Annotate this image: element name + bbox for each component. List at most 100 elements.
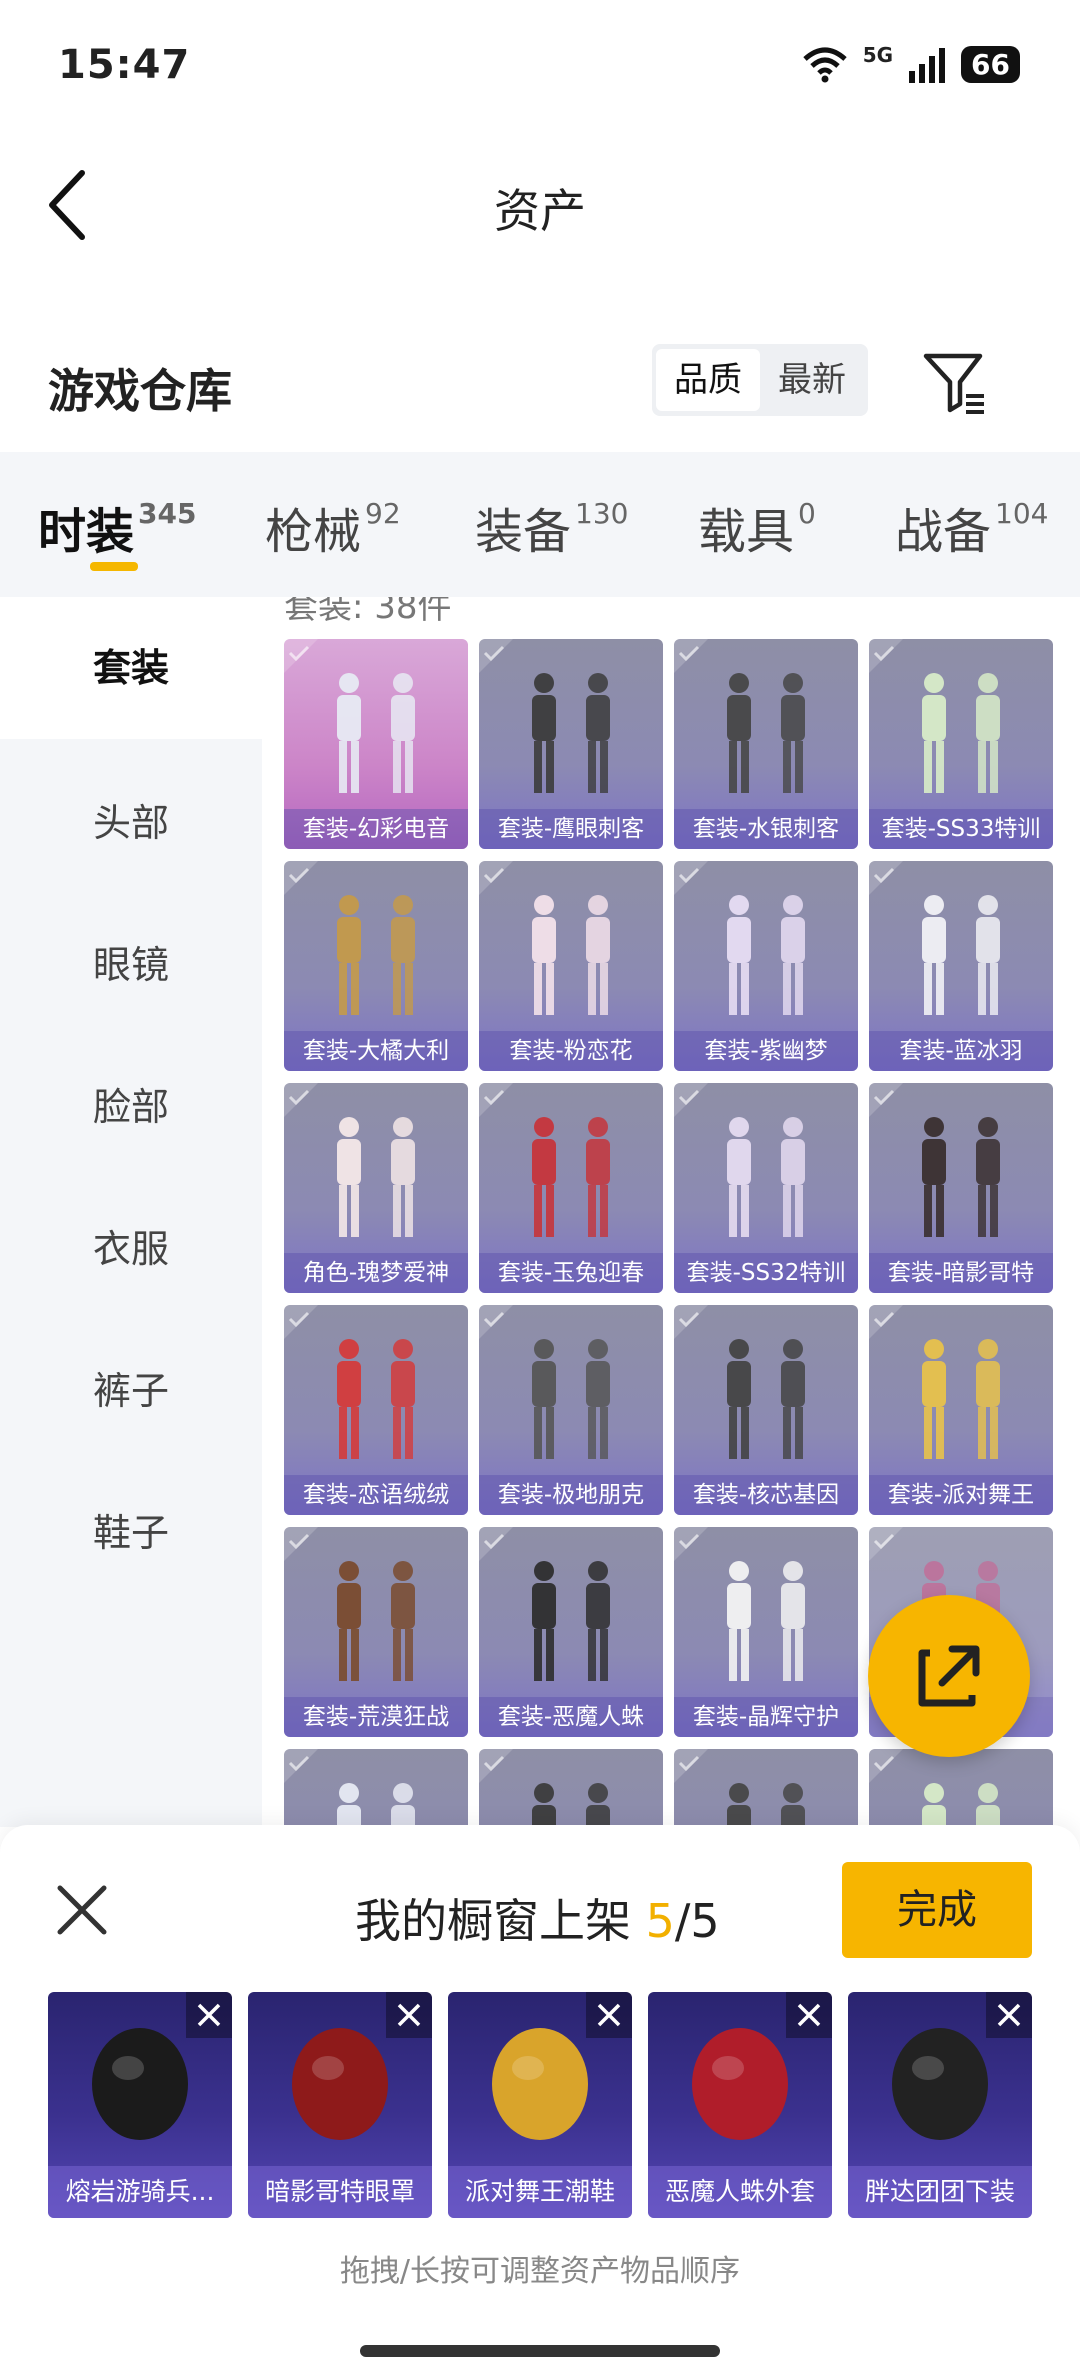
showcase-item-label: 熔岩游骑兵... <box>48 2166 232 2218</box>
outfit-card-label: 套装-蓝冰羽 <box>869 1031 1053 1071</box>
tab-equipment[interactable]: 装备 130 <box>475 492 628 562</box>
outfit-figure-icon <box>337 1339 415 1459</box>
remove-item-icon[interactable] <box>786 1992 832 2038</box>
category-tabs: 时装 345 枪械 92 装备 130 载具 0 战备 104 <box>0 452 1080 597</box>
remove-item-icon[interactable] <box>986 1992 1032 2038</box>
showcase-item-label: 派对舞王潮鞋 <box>448 2166 632 2218</box>
outfit-figure-icon <box>337 1117 415 1237</box>
outfit-card[interactable]: 套装-幻彩电音 <box>284 639 468 849</box>
outfit-card[interactable]: 套装-晶辉守护 <box>674 1527 858 1737</box>
status-icons: 5G 66 <box>801 43 1020 83</box>
remove-item-icon[interactable] <box>186 1992 232 2038</box>
outfit-card[interactable]: 套装-核芯基因 <box>674 1305 858 1515</box>
tab-supplies[interactable]: 战备 104 <box>895 492 1048 562</box>
outfit-figure-icon <box>727 1339 805 1459</box>
outfit-card[interactable]: 套装-荒漠狂战 <box>284 1527 468 1737</box>
outfit-card[interactable]: 套装-大橘大利 <box>284 861 468 1071</box>
outfit-card-label: 套装-核芯基因 <box>674 1475 858 1515</box>
active-tab-indicator <box>90 562 138 571</box>
outfit-card-label: 套装-SS33特训 <box>869 809 1053 849</box>
outfit-figure-icon <box>727 673 805 793</box>
tab-vehicles[interactable]: 载具 0 <box>698 492 816 562</box>
home-indicator[interactable] <box>360 2345 720 2357</box>
remove-item-icon[interactable] <box>586 1992 632 2038</box>
done-button[interactable]: 完成 <box>842 1862 1032 1958</box>
tab-weapons[interactable]: 枪械 92 <box>265 492 401 562</box>
tab-fashion[interactable]: 时装 345 <box>38 492 196 562</box>
wifi-icon <box>803 47 847 82</box>
showcase-item[interactable]: 熔岩游骑兵... <box>48 1992 232 2218</box>
sidebar-item-face[interactable]: 脸部 <box>0 1076 262 1131</box>
outfit-card[interactable]: 套装-紫幽梦 <box>674 861 858 1071</box>
outfit-card-label: 套装-派对舞王 <box>869 1475 1053 1515</box>
outfit-card[interactable]: 套装-鹰眼刺客 <box>479 639 663 849</box>
outfit-card[interactable] <box>869 1749 1053 1827</box>
battery-indicator: 66 <box>961 46 1020 83</box>
outfit-card[interactable]: 套装-水银刺客 <box>674 639 858 849</box>
outfit-card-label: 套装-恶魔人蛛 <box>479 1697 663 1737</box>
outfit-figure-icon <box>532 1783 610 1827</box>
outfit-card[interactable] <box>479 1749 663 1827</box>
filter-icon[interactable] <box>922 350 988 416</box>
outfit-figure-icon <box>337 895 415 1015</box>
outfit-card[interactable]: 套装-SS32特训 <box>674 1083 858 1293</box>
outfit-figure-icon <box>922 1117 1000 1237</box>
showcase-item[interactable]: 派对舞王潮鞋 <box>448 1992 632 2218</box>
outfit-card[interactable]: 套装-暗影哥特 <box>869 1083 1053 1293</box>
sidebar-item-pants[interactable]: 裤子 <box>0 1360 262 1415</box>
outfit-figure-icon <box>532 673 610 793</box>
outfit-card[interactable]: 角色-瑰梦爱神 <box>284 1083 468 1293</box>
outfit-card[interactable]: 套装-恶魔人蛛 <box>479 1527 663 1737</box>
showcase-item[interactable]: 恶魔人蛛外套 <box>648 1992 832 2218</box>
outfit-figure-icon <box>727 1561 805 1681</box>
share-button[interactable] <box>868 1595 1030 1757</box>
outfit-card[interactable]: 套装-粉恋花 <box>479 861 663 1071</box>
outfit-card[interactable]: 套装-蓝冰羽 <box>869 861 1053 1071</box>
remove-item-icon[interactable] <box>386 1992 432 2038</box>
sidebar-item-head[interactable]: 头部 <box>0 792 262 847</box>
outfit-card[interactable]: 套装-SS33特训 <box>869 639 1053 849</box>
warehouse-title: 游戏仓库 <box>48 364 232 418</box>
outfit-figure-icon <box>532 1117 610 1237</box>
share-icon <box>918 1645 980 1707</box>
outfit-card[interactable] <box>674 1749 858 1827</box>
showcase-item[interactable]: 暗影哥特眼罩 <box>248 1992 432 2218</box>
outfit-figure-icon <box>922 895 1000 1015</box>
outfit-card-label: 套装-大橘大利 <box>284 1031 468 1071</box>
showcase-item-label: 胖达团团下装 <box>848 2166 1032 2218</box>
outfit-card-label: 套装-鹰眼刺客 <box>479 809 663 849</box>
sort-latest-button[interactable]: 最新 <box>760 349 864 411</box>
outfit-card[interactable]: 套装-玉兔迎春 <box>479 1083 663 1293</box>
outfit-figure-icon <box>532 1561 610 1681</box>
status-time: 15:47 <box>58 42 191 88</box>
outfit-card[interactable]: 套装-派对舞王 <box>869 1305 1053 1515</box>
outfit-figure-icon <box>922 673 1000 793</box>
showcase-title: 我的橱窗上架 5/5 <box>355 1894 720 1948</box>
outfit-figure-icon <box>337 673 415 793</box>
outfit-figure-icon <box>727 1783 805 1827</box>
showcase-item[interactable]: 胖达团团下装 <box>848 1992 1032 2218</box>
outfit-figure-icon <box>922 1339 1000 1459</box>
outfit-card-label: 套装-SS32特训 <box>674 1253 858 1293</box>
outfit-card-label: 套装-暗影哥特 <box>869 1253 1053 1293</box>
sidebar-item-shoes[interactable]: 鞋子 <box>0 1502 262 1557</box>
outfit-figure-icon <box>532 895 610 1015</box>
outfit-card[interactable] <box>284 1749 468 1827</box>
outfit-card-label: 套装-水银刺客 <box>674 809 858 849</box>
sidebar-item-clothes[interactable]: 衣服 <box>0 1218 262 1273</box>
outfit-card-label: 套装-玉兔迎春 <box>479 1253 663 1293</box>
outfit-card-label: 套装-荒漠狂战 <box>284 1697 468 1737</box>
sort-quality-button[interactable]: 品质 <box>656 349 760 411</box>
outfit-card-label: 角色-瑰梦爱神 <box>284 1253 468 1293</box>
outfit-count-label: 套装: 38件 <box>284 597 452 627</box>
sidebar-item-glasses[interactable]: 眼镜 <box>0 934 262 989</box>
outfit-figure-icon <box>337 1561 415 1681</box>
outfit-card[interactable]: 套装-恋语绒绒 <box>284 1305 468 1515</box>
reorder-hint: 拖拽/长按可调整资产物品顺序 <box>339 2254 741 2289</box>
outfit-card[interactable]: 套装-极地朋克 <box>479 1305 663 1515</box>
close-icon[interactable] <box>52 1880 112 1940</box>
sidebar-item-outfit[interactable]: 套装 <box>0 597 262 739</box>
signal-icon <box>909 47 946 83</box>
showcase-item-label: 恶魔人蛛外套 <box>648 2166 832 2218</box>
outfit-figure-icon <box>922 1783 1000 1827</box>
